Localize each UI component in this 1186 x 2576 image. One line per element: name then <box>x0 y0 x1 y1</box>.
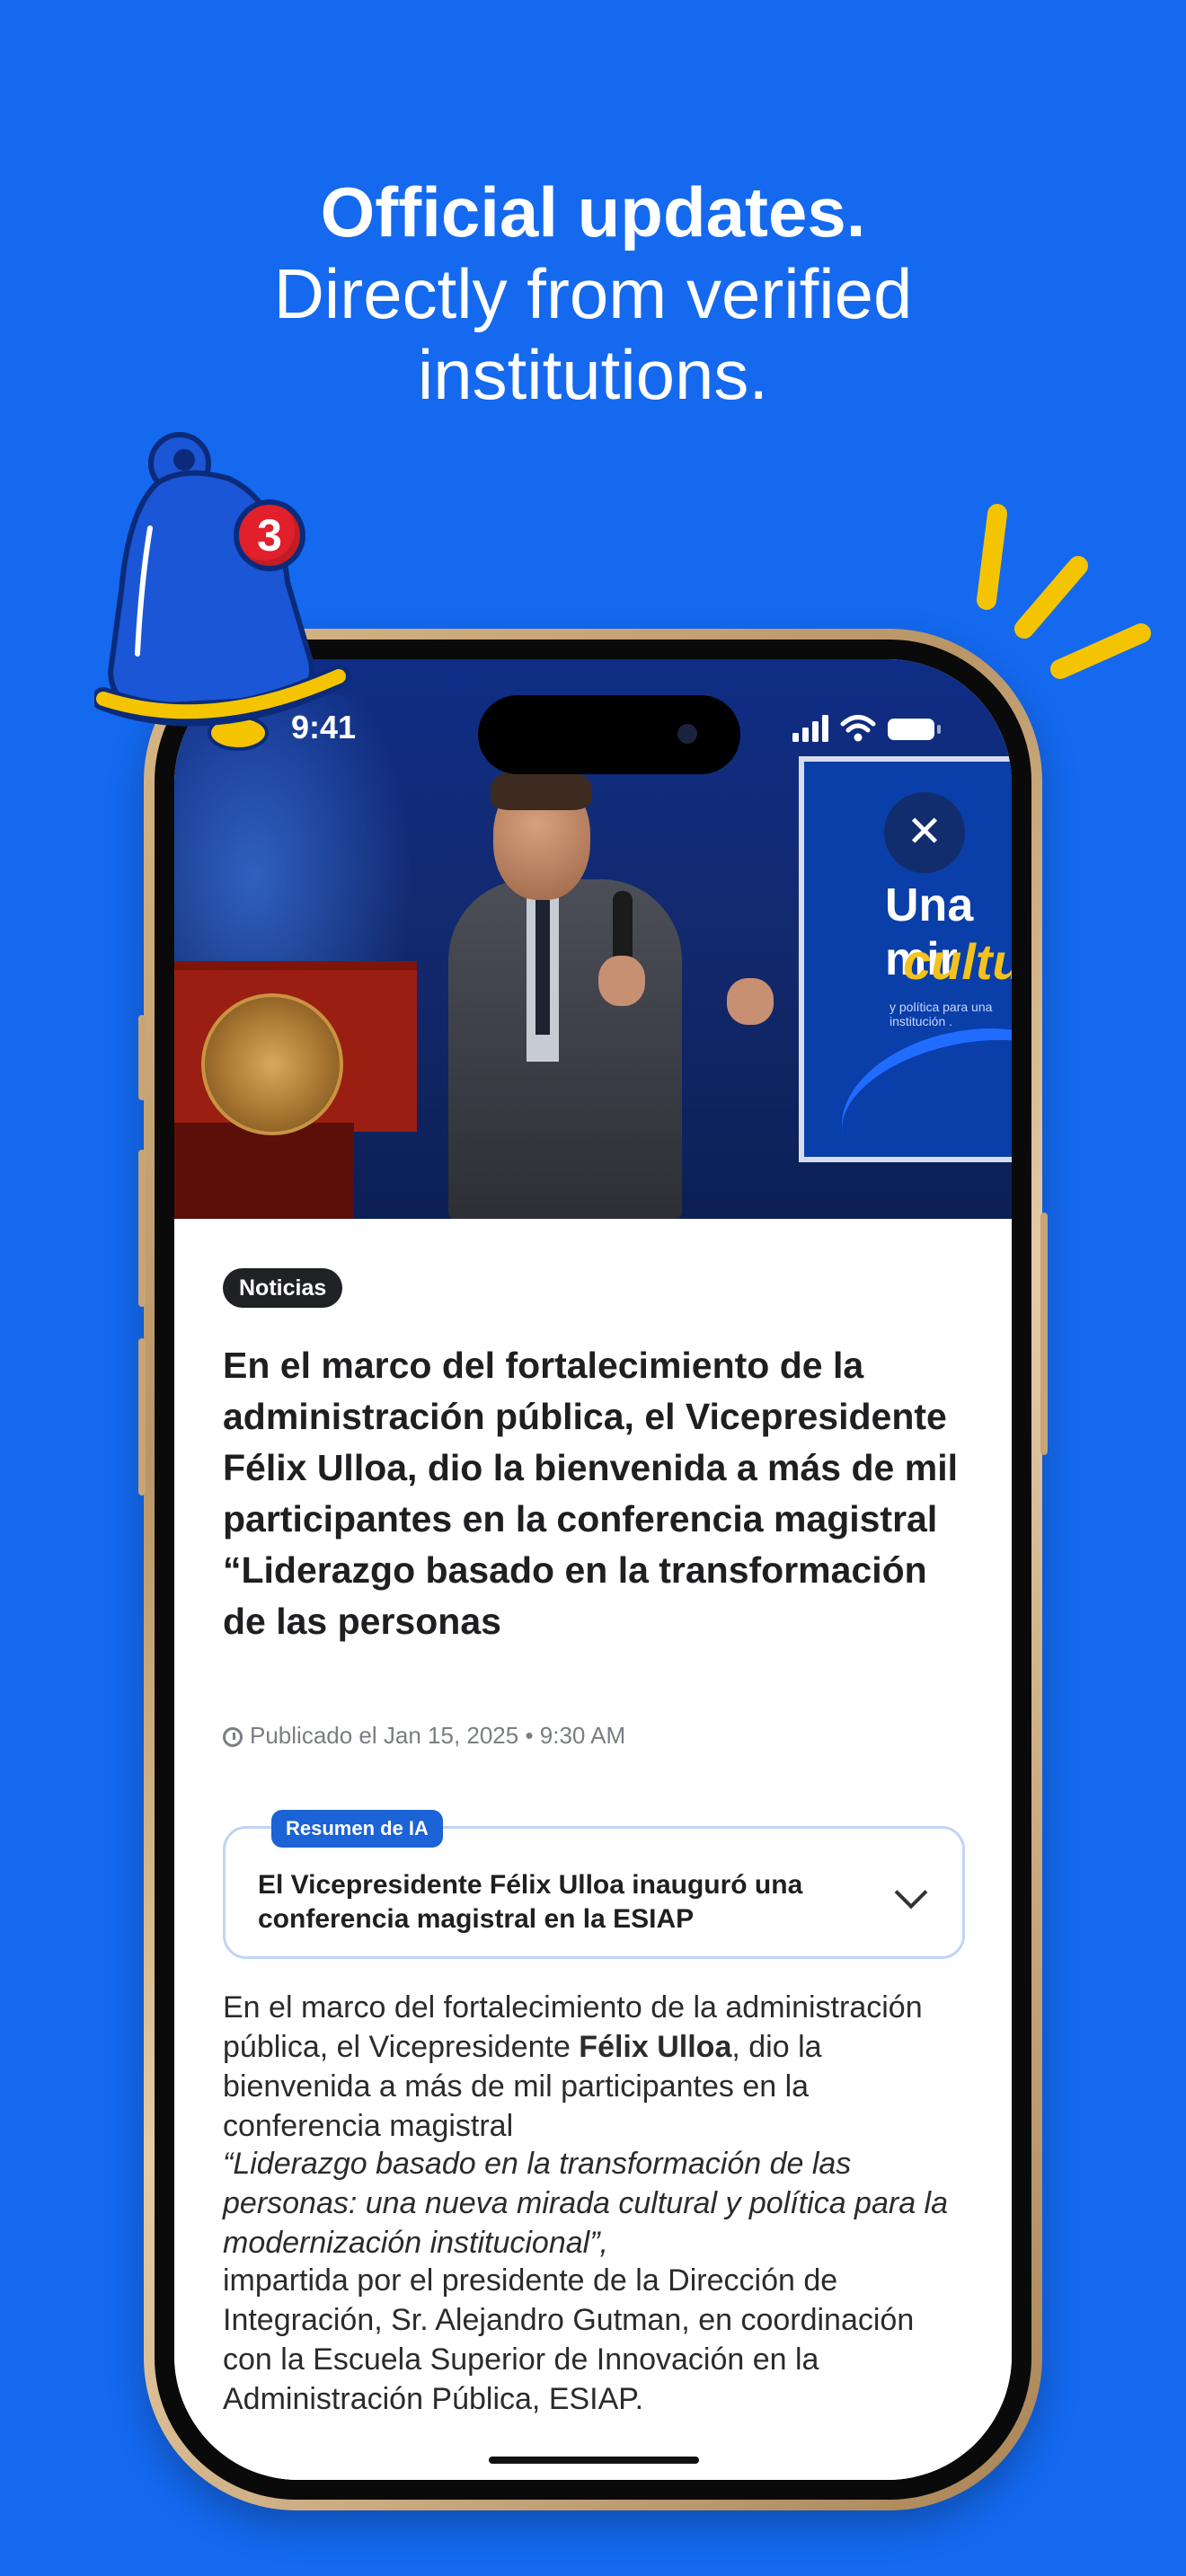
phone-screen: Una mir cultur y política para una insti… <box>174 659 1012 2480</box>
category-badge[interactable]: Noticias <box>223 1268 343 1308</box>
wifi-icon <box>840 715 876 742</box>
ai-summary-text: El Vicepresidente Félix Ulloa inauguró u… <box>258 1870 803 1934</box>
front-camera <box>677 724 697 744</box>
speaker-hand-gesture <box>727 978 774 1025</box>
chevron-down-icon[interactable] <box>894 1875 928 1910</box>
article-content[interactable]: Noticias En el marco del fortalecimiento… <box>174 1219 1012 2480</box>
phone-bezel: Una mir cultur y política para una insti… <box>155 640 1031 2500</box>
article-paragraph-3: impartida por el presidente de la Direcc… <box>223 2263 915 2416</box>
volume-up-button <box>138 1150 146 1307</box>
screen-graphic <box>826 1006 1012 1157</box>
podium-base <box>174 1123 354 1219</box>
close-button[interactable]: ✕ <box>884 792 965 873</box>
national-seal <box>201 993 343 1135</box>
screen-text-2: cultur <box>903 933 1012 990</box>
article-title: En el marco del fortalecimiento de la ad… <box>223 1345 958 1642</box>
status-icons <box>792 715 941 742</box>
sparkle-rays-icon <box>977 504 1151 679</box>
promo-headline: Official updates. Directly from verified… <box>0 171 1186 415</box>
power-button <box>1040 1213 1048 1455</box>
action-button <box>138 1015 146 1100</box>
screen-text-3: y política para una institución . <box>890 1000 993 1028</box>
clock-icon <box>223 1727 243 1747</box>
article-quote: “Liderazgo basado en la transformación d… <box>223 2147 949 2260</box>
volume-down-button <box>138 1338 146 1495</box>
headline-line-3: institutions. <box>417 335 769 414</box>
headline-line-2: Directly from verified <box>273 254 913 333</box>
dynamic-island <box>478 695 740 774</box>
article-paragraph-1: En el marco del fortalecimiento de la ad… <box>223 1988 969 2146</box>
signal-icon <box>792 715 828 742</box>
headline-bold: Official updates. <box>320 172 866 251</box>
home-indicator[interactable] <box>489 2457 699 2464</box>
ai-summary-label: Resumen de IA <box>271 1810 443 1848</box>
speaker-hand <box>598 956 645 1006</box>
paragraph-1-bold: Félix Ulloa <box>579 2030 732 2064</box>
phone-frame: Una mir cultur y política para una insti… <box>138 629 1048 2510</box>
speaker-tie <box>535 900 550 1035</box>
publish-date: Publicado el Jan 15, 2025 • 9:30 AM <box>223 1722 625 1750</box>
battery-icon <box>888 719 941 740</box>
close-icon: ✕ <box>906 808 943 856</box>
publish-date-text: Publicado el Jan 15, 2025 • 9:30 AM <box>250 1722 626 1749</box>
notification-badge: 3 <box>234 499 305 571</box>
bell-icon <box>94 432 350 751</box>
speaker-body <box>448 879 682 1219</box>
